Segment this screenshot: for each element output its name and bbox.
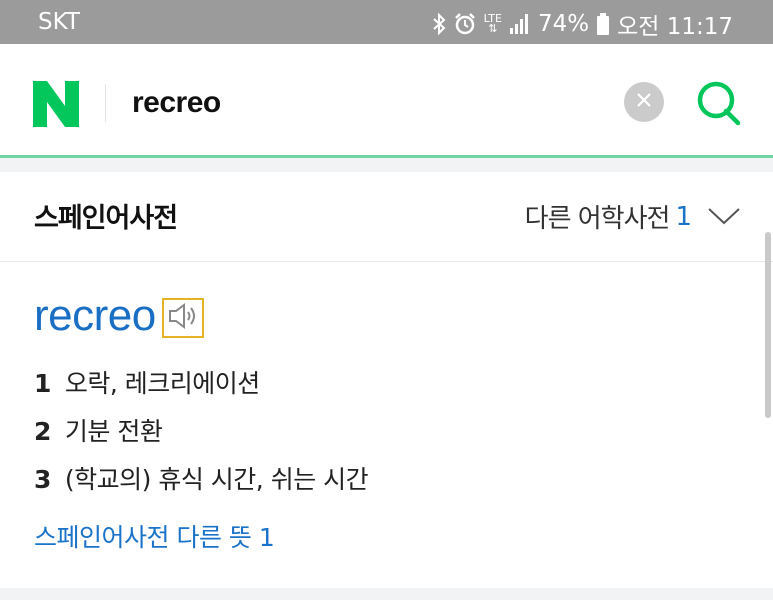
alarm-icon xyxy=(453,12,477,36)
bluetooth-icon xyxy=(432,13,446,35)
other-dictionaries-count: 1 xyxy=(675,201,692,232)
search-header xyxy=(0,44,773,158)
signal-icon xyxy=(509,14,531,34)
battery-percent: 74% xyxy=(537,11,590,37)
dictionary-title: 스페인어사전 xyxy=(34,203,178,234)
dictionary-header: 스페인어사전 다른 어학사전 1 xyxy=(0,172,773,262)
battery-icon xyxy=(596,13,610,35)
meaning-item: 1 오락, 레크리에이션 xyxy=(34,364,260,400)
network-type: LTE ⇅ xyxy=(483,12,502,35)
meaning-number: 3 xyxy=(34,465,51,494)
clock: 오전 11:17 xyxy=(617,14,733,40)
clear-icon xyxy=(636,92,652,112)
naver-logo[interactable] xyxy=(33,81,79,127)
meaning-item: 2 기분 전환 xyxy=(34,412,163,448)
search-icon xyxy=(694,81,744,132)
meaning-item: 3 (학교의) 휴식 시간, 쉬는 시간 xyxy=(34,460,369,496)
chevron-down-icon xyxy=(691,202,741,232)
speaker-icon xyxy=(167,303,199,333)
other-dictionaries-label: 다른 어학사전 xyxy=(524,204,671,234)
entry-word[interactable]: recreo xyxy=(34,290,156,342)
header-divider xyxy=(105,84,106,122)
meaning-number: 2 xyxy=(34,417,51,446)
other-dictionaries-toggle[interactable]: 다른 어학사전 1 xyxy=(525,198,741,235)
more-meanings-link[interactable]: 스페인어사전 다른 뜻 1 xyxy=(34,518,275,554)
pronunciation-button[interactable] xyxy=(161,298,204,338)
carrier-label: SKT xyxy=(38,9,80,35)
entry-word-row: recreo xyxy=(34,290,204,342)
clear-button[interactable] xyxy=(624,82,664,122)
meaning-text: (학교의) 휴식 시간, 쉬는 시간 xyxy=(64,465,369,494)
status-bar: SKT LTE ⇅ 74% 오전 11:17 xyxy=(0,0,773,44)
meaning-number: 1 xyxy=(34,369,51,398)
network-label: LTE xyxy=(483,12,502,25)
search-input[interactable] xyxy=(132,80,592,126)
search-button[interactable] xyxy=(694,78,744,128)
status-icons: LTE ⇅ 74% 오전 11:17 xyxy=(432,7,733,41)
dictionary-card: 스페인어사전 다른 어학사전 1 recreo 1 오락, 레크리에이션 2 기분 … xyxy=(0,172,773,588)
meaning-text: 기분 전환 xyxy=(64,417,163,446)
scrollbar[interactable] xyxy=(765,232,771,418)
meaning-text: 오락, 레크리에이션 xyxy=(64,369,260,398)
